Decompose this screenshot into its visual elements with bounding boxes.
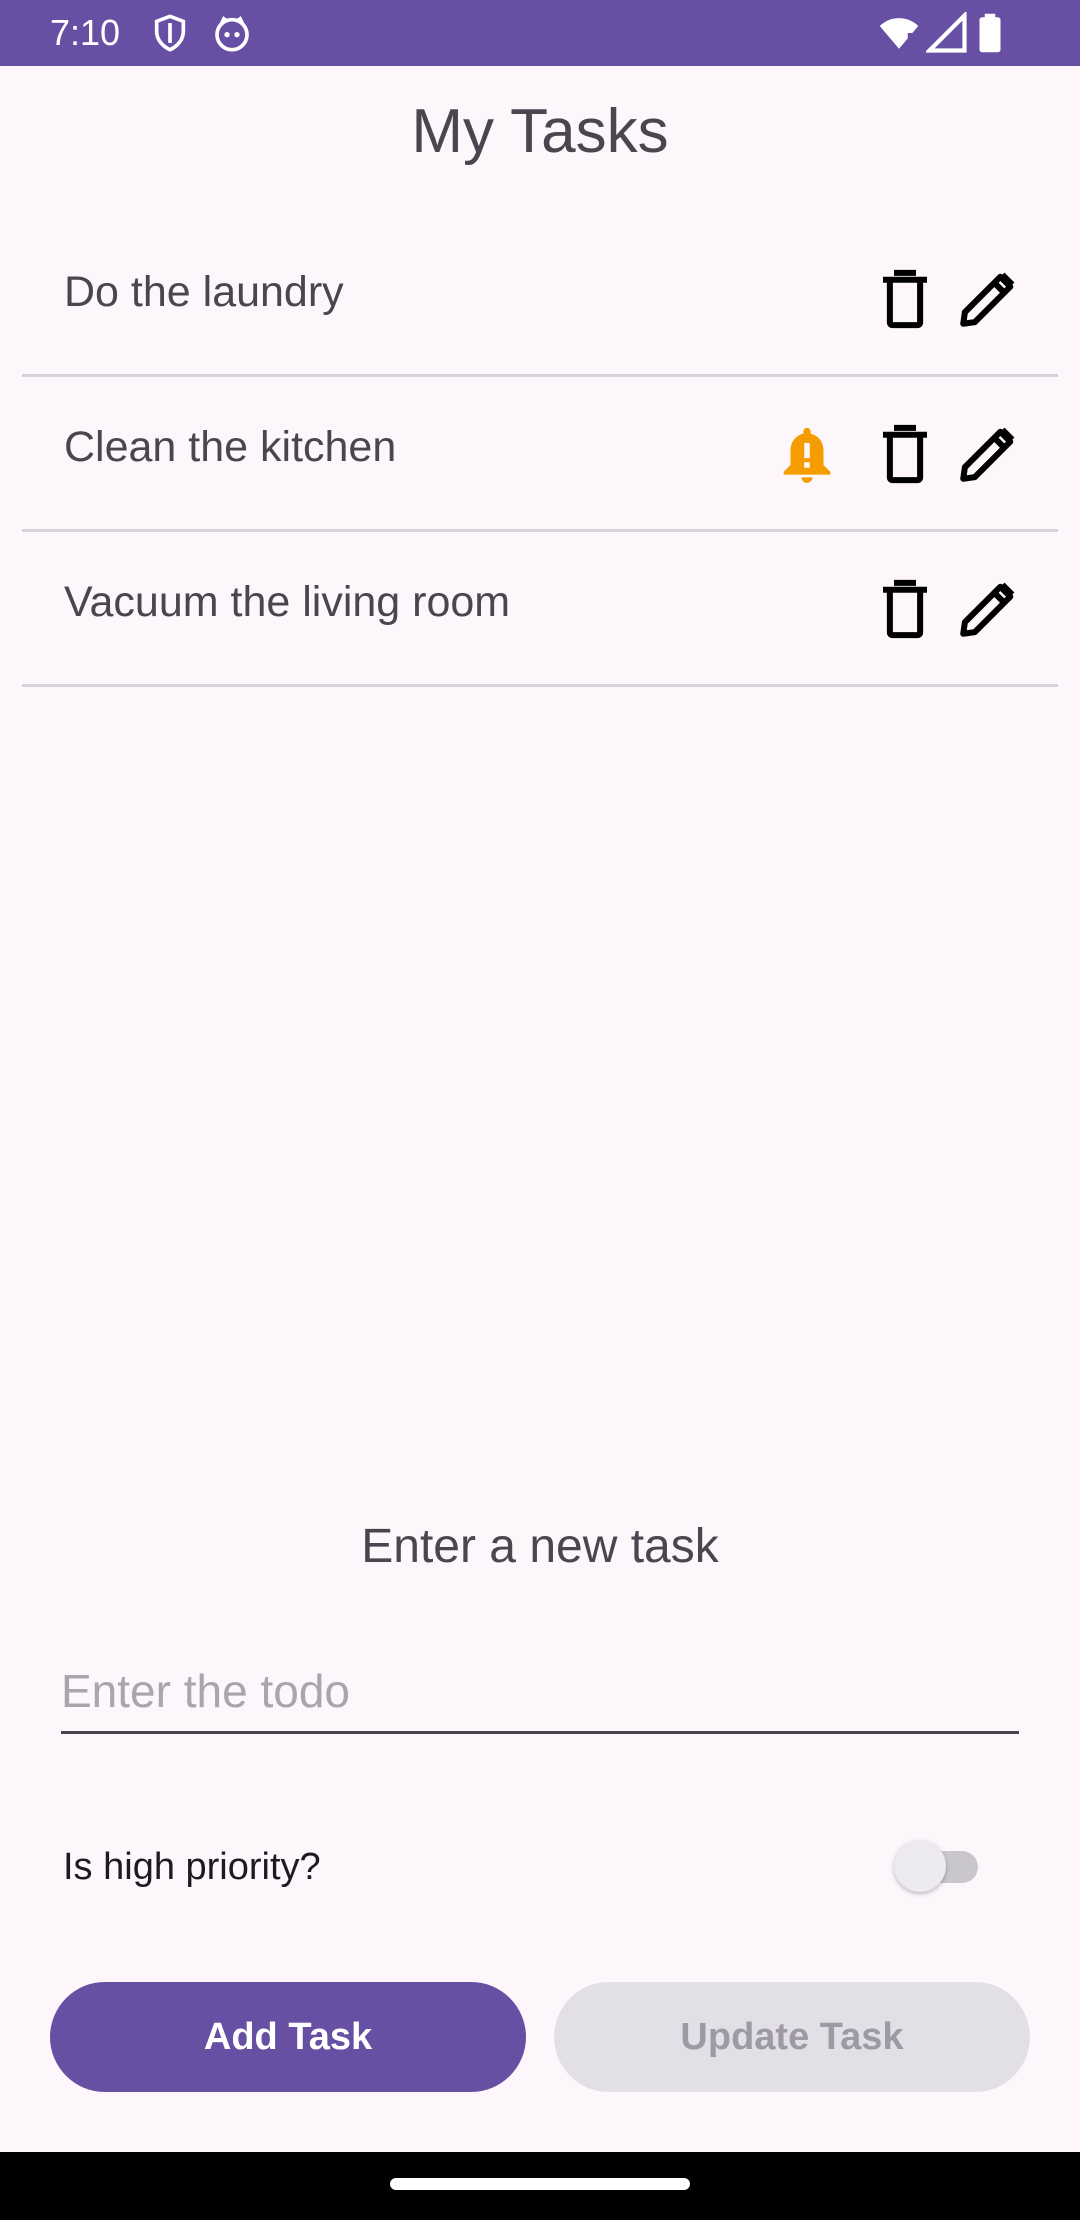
home-handle[interactable] <box>390 2178 690 2190</box>
battery-icon <box>976 12 1010 54</box>
priority-toggle[interactable] <box>894 1838 986 1894</box>
task-row[interactable]: Vacuum the living room <box>22 532 1058 687</box>
task-row[interactable]: Clean the kitchen <box>22 377 1058 532</box>
status-time: 7:10 <box>50 12 121 53</box>
delete-icon[interactable] <box>872 421 938 487</box>
priority-bell-icon <box>774 421 840 487</box>
shield-icon <box>150 13 190 53</box>
navigation-bar <box>0 2152 1080 2220</box>
add-task-button[interactable]: Add Task <box>50 1982 526 2092</box>
todo-input[interactable] <box>61 1650 1019 1734</box>
app-screen: 7:10 My Tasks Do the laundry Clean the k… <box>0 0 1080 2220</box>
task-list: Do the laundry Clean the kitchen Vacuum … <box>22 222 1058 687</box>
edit-icon[interactable] <box>955 266 1021 332</box>
wifi-icon <box>878 12 924 54</box>
cat-icon <box>212 13 252 53</box>
toggle-thumb <box>894 1840 946 1892</box>
edit-icon[interactable] <box>955 576 1021 642</box>
update-task-button[interactable]: Update Task <box>554 1982 1030 2092</box>
task-label: Vacuum the living room <box>64 578 511 626</box>
priority-label: Is high priority? <box>63 1846 321 1888</box>
task-label: Clean the kitchen <box>64 423 397 471</box>
task-row[interactable]: Do the laundry <box>22 222 1058 377</box>
edit-icon[interactable] <box>955 421 1021 487</box>
status-bar: 7:10 <box>0 0 1080 66</box>
task-label: Do the laundry <box>64 268 344 316</box>
delete-icon[interactable] <box>872 576 938 642</box>
signal-icon <box>924 10 972 54</box>
form-heading: Enter a new task <box>361 1520 719 1573</box>
page-title: My Tasks <box>411 97 669 166</box>
delete-icon[interactable] <box>872 266 938 332</box>
